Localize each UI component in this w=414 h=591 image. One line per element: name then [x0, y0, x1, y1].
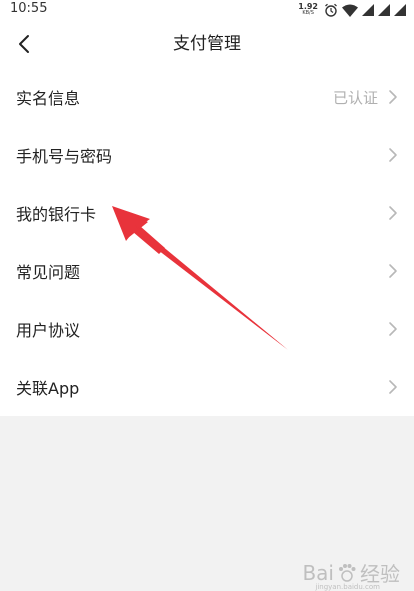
settings-item-label: 实名信息 [16, 89, 81, 108]
chevron-right-icon [389, 264, 397, 278]
status-time: 10:55 [10, 1, 48, 16]
settings-list: 实名信息 已认证 手机号与密码 我的银行卡 常见问题 用户协议 关联App [0, 68, 414, 416]
signal-icon [378, 4, 390, 16]
settings-item-real-name[interactable]: 实名信息 已认证 [0, 68, 414, 126]
page-title: 支付管理 [173, 34, 241, 54]
settings-item-label: 关联App [16, 379, 80, 398]
settings-item-phone-password[interactable]: 手机号与密码 [0, 126, 414, 184]
network-speed-unit: KB/S [302, 10, 314, 16]
chevron-right-icon [389, 206, 397, 220]
back-button[interactable] [8, 28, 40, 60]
status-bar: 10:55 1.92 KB/S [0, 0, 414, 20]
chevron-right-icon [389, 322, 397, 336]
chevron-left-icon [19, 35, 29, 53]
watermark-url: jingyan.baidu.com [315, 583, 380, 591]
chevron-right-icon [389, 148, 397, 162]
navigation-bar: 支付管理 [0, 20, 414, 68]
battery-icon [394, 4, 406, 16]
settings-item-user-agreement[interactable]: 用户协议 [0, 300, 414, 358]
paw-logo-icon [339, 563, 356, 582]
settings-item-bank-cards[interactable]: 我的银行卡 [0, 184, 414, 242]
settings-item-label: 用户协议 [16, 321, 81, 340]
network-speed-value: 1.92 [298, 2, 318, 11]
settings-item-label: 我的银行卡 [16, 205, 97, 224]
chevron-right-icon [389, 90, 397, 104]
settings-item-linked-app[interactable]: 关联App [0, 358, 414, 416]
verification-status: 已认证 [332, 88, 378, 107]
chevron-right-icon [389, 380, 397, 394]
status-icons: 1.92 KB/S [298, 1, 406, 19]
alarm-icon [325, 3, 337, 17]
network-speed: 1.92 KB/S [298, 3, 318, 17]
signal-icon [362, 4, 374, 16]
settings-item-label: 手机号与密码 [16, 147, 113, 166]
settings-item-label: 常见问题 [16, 263, 81, 282]
watermark-text: Bai [302, 560, 334, 585]
settings-item-faq[interactable]: 常见问题 [0, 242, 414, 300]
wifi-icon [342, 4, 358, 17]
